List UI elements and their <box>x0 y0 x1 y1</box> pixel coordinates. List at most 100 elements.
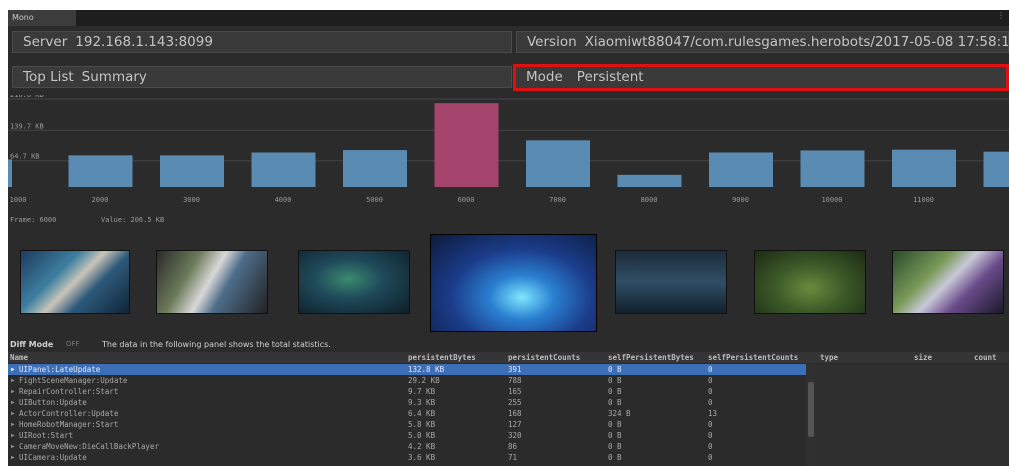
x-tick-label: 1000 <box>10 196 27 204</box>
table-row[interactable]: ▶ UICamera:Update 3.6 KB 71 0 B 0 <box>8 452 806 463</box>
row-persistent-counts: 788 <box>508 376 522 385</box>
row-self-counts: 0 <box>708 387 713 396</box>
x-tick-label: 7000 <box>549 196 566 204</box>
expand-arrow-icon[interactable]: ▶ <box>11 432 15 439</box>
tab-mono[interactable]: Mono <box>8 10 76 26</box>
mode-selector[interactable]: Mode Persistent <box>513 64 1009 91</box>
chart-bar-10000[interactable] <box>800 150 865 187</box>
x-tick-label: 6000 <box>458 196 475 204</box>
expand-arrow-icon[interactable]: ▶ <box>11 399 15 406</box>
chart-bar-12000[interactable] <box>983 151 1009 187</box>
x-tick-label: 3000 <box>183 196 200 204</box>
diff-mode-note: The data in the following panel shows th… <box>102 340 331 349</box>
game-screenshot-6[interactable] <box>754 250 866 314</box>
diff-mode-bar: Diff Mode OFF The data in the following … <box>8 339 1009 351</box>
mode-label: Mode <box>526 69 563 85</box>
row-self-counts: 0 <box>708 453 713 462</box>
game-screenshot-5[interactable] <box>615 250 727 314</box>
game-screenshot-1[interactable] <box>20 250 130 314</box>
col-persistent-bytes[interactable]: persistentBytes <box>408 353 476 362</box>
x-tick-label: 5000 <box>366 196 383 204</box>
row-self-bytes: 0 B <box>608 398 622 407</box>
row-name: UIButton:Update <box>19 398 87 407</box>
game-screenshot-4-selected[interactable] <box>430 234 597 332</box>
frame-info: Frame: 6000 Value: 206.5 KB <box>8 214 1009 226</box>
row-persistent-bytes: 132.8 KB <box>408 365 445 374</box>
x-tick-label: 8000 <box>641 196 658 204</box>
table-row[interactable]: ▶ UIPanel:LateUpdate 132.8 KB 391 0 B 0 <box>8 364 806 375</box>
y-tick-label: 139.7 KB <box>10 122 44 130</box>
table-row[interactable]: ▶ RepairController:Start 9.7 KB 165 0 B … <box>8 386 806 397</box>
y-tick-label: 216.8 KB <box>10 95 44 99</box>
top-list-selector[interactable]: Top List Summary <box>12 66 512 88</box>
row-self-counts: 0 <box>708 431 713 440</box>
table-scrollbar[interactable] <box>806 364 816 466</box>
row-persistent-bytes: 5.8 KB <box>408 420 436 429</box>
table-row[interactable]: ▶ ActorController:Update 6.4 KB 168 324 … <box>8 408 806 419</box>
chart-bar-7000[interactable] <box>526 140 590 187</box>
row-name: UIPanel:LateUpdate <box>19 365 101 374</box>
expand-arrow-icon[interactable]: ▶ <box>11 377 15 384</box>
col-name[interactable]: Name <box>10 353 28 362</box>
server-label: Server <box>23 34 68 50</box>
chart-bar-1000[interactable] <box>8 159 12 187</box>
version-value: Xiaomiwt88047/com.rulesgames.herobots/20… <box>584 34 1009 50</box>
col-self-persistent-bytes[interactable]: selfPersistentBytes <box>608 353 694 362</box>
expand-arrow-icon[interactable]: ▶ <box>11 421 15 428</box>
col-self-persistent-counts[interactable]: selfPersistentCounts <box>708 353 798 362</box>
x-tick-label: 11000 <box>913 196 934 204</box>
row-persistent-bytes: 4.2 KB <box>408 442 436 451</box>
row-name: UIRoot:Start <box>19 431 74 440</box>
row-self-counts: 0 <box>708 376 713 385</box>
col-size[interactable]: size <box>914 353 932 362</box>
mono-profiler-window: Mono ⋮ Server 192.168.1.143:8099 Version X… <box>8 10 1009 466</box>
table-row[interactable]: ▶ UIButton:Update 9.3 KB 255 0 B 0 <box>8 397 806 408</box>
version-field: Version Xiaomiwt88047/com.rulesgames.hero… <box>516 31 1009 53</box>
row-self-counts: 0 <box>708 398 713 407</box>
table-row[interactable]: ▶ CameraMoveNew:DieCallBackPlayer 4.2 KB… <box>8 441 806 452</box>
row-persistent-bytes: 6.4 KB <box>408 409 436 418</box>
row-self-bytes: 0 B <box>608 431 622 440</box>
chart-bar-8000[interactable] <box>617 174 682 187</box>
x-tick-label: 9000 <box>732 196 749 204</box>
col-count[interactable]: count <box>974 353 997 362</box>
menu-dots-icon[interactable]: ⋮ <box>997 10 1005 22</box>
screenshot-strip <box>8 232 1009 336</box>
chart-bar-11000[interactable] <box>892 149 956 187</box>
row-persistent-counts: 391 <box>508 365 522 374</box>
col-persistent-counts[interactable]: persistentCounts <box>508 353 580 362</box>
game-screenshot-2[interactable] <box>156 250 268 314</box>
table-row[interactable]: ▶ HomeRobotManager:Start 5.8 KB 127 0 B … <box>8 419 806 430</box>
row-persistent-bytes: 29.2 KB <box>408 376 440 385</box>
table-row[interactable]: ▶ FightSceneManager:Update 29.2 KB 788 0… <box>8 375 806 386</box>
table-row[interactable]: ▶ UIRoot:Start 5.0 KB 320 0 B 0 <box>8 430 806 441</box>
chart-bar-3000[interactable] <box>160 155 224 187</box>
chart-bar-9000[interactable] <box>709 152 773 187</box>
expand-arrow-icon[interactable]: ▶ <box>11 366 15 373</box>
game-screenshot-3[interactable] <box>298 250 410 314</box>
expand-arrow-icon[interactable]: ▶ <box>11 454 15 461</box>
row-name: ActorController:Update <box>19 409 119 418</box>
memory-bar-chart[interactable]: 216.8 KB 139.7 KB 64.7 KB 1000 2000 3000 4000 5… <box>8 95 1009 210</box>
scrollbar-thumb[interactable] <box>808 382 814 437</box>
chart-bar-2000[interactable] <box>68 155 133 187</box>
chart-bar-6000[interactable] <box>434 103 499 187</box>
col-type[interactable]: type <box>820 353 838 362</box>
row-self-bytes: 0 B <box>608 420 622 429</box>
tab-bar: Mono ⋮ <box>8 10 1009 26</box>
row-persistent-bytes: 5.0 KB <box>408 431 436 440</box>
version-label: Version <box>527 34 577 50</box>
row-self-bytes: 0 B <box>608 376 622 385</box>
expand-arrow-icon[interactable]: ▶ <box>11 388 15 395</box>
diff-mode-toggle[interactable]: OFF <box>66 340 80 348</box>
row-persistent-bytes: 9.3 KB <box>408 398 436 407</box>
expand-arrow-icon[interactable]: ▶ <box>11 410 15 417</box>
row-persistent-counts: 127 <box>508 420 522 429</box>
chart-bar-5000[interactable] <box>343 150 407 187</box>
row-name: CameraMoveNew:DieCallBackPlayer <box>19 442 159 451</box>
game-screenshot-7[interactable] <box>892 250 1004 314</box>
row-self-counts: 0 <box>708 420 713 429</box>
server-field[interactable]: Server 192.168.1.143:8099 <box>12 31 512 53</box>
chart-bar-4000[interactable] <box>251 152 316 187</box>
expand-arrow-icon[interactable]: ▶ <box>11 443 15 450</box>
